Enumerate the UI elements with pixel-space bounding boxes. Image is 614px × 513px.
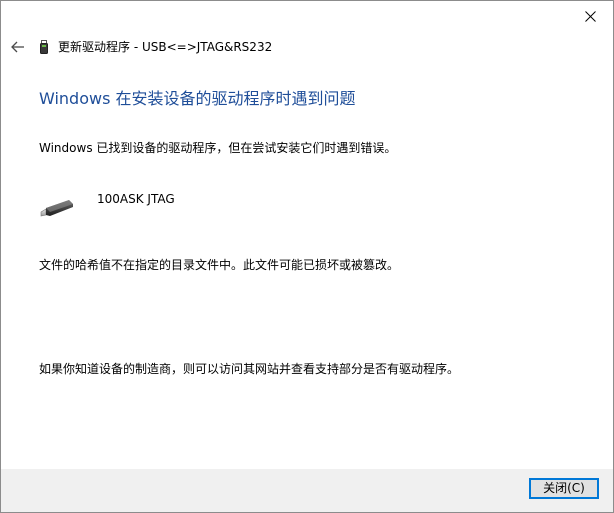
update-driver-window: 更新驱动程序 - USB<=>JTAG&RS232 Windows 在安装设备的… <box>0 0 614 513</box>
usb-device-icon <box>40 39 50 55</box>
hash-error-message: 文件的哈希值不在指定的目录文件中。此文件可能已损坏或被篡改。 <box>39 258 400 272</box>
close-window-button[interactable] <box>567 1 613 31</box>
vendor-support-message: 如果你知道设备的制造商，则可以访问其网站并查看支持部分是否有驱动程序。 <box>39 362 460 376</box>
dialog-footer: 关闭(C) <box>1 469 613 512</box>
usb-plug-icon <box>40 200 73 217</box>
page-heading: Windows 在安装设备的驱动程序时遇到问题 <box>39 89 356 108</box>
close-button[interactable]: 关闭(C) <box>529 478 599 499</box>
back-button[interactable] <box>9 38 27 56</box>
window-header: 更新驱动程序 - USB<=>JTAG&RS232 <box>40 38 272 56</box>
back-arrow-icon <box>11 41 24 53</box>
driver-found-message: Windows 已找到设备的驱动程序，但在尝试安装它们时遇到错误。 <box>39 141 397 155</box>
window-title: 更新驱动程序 - USB<=>JTAG&RS232 <box>58 40 273 54</box>
device-name: 100ASK JTAG <box>97 192 175 206</box>
close-icon <box>584 10 596 22</box>
